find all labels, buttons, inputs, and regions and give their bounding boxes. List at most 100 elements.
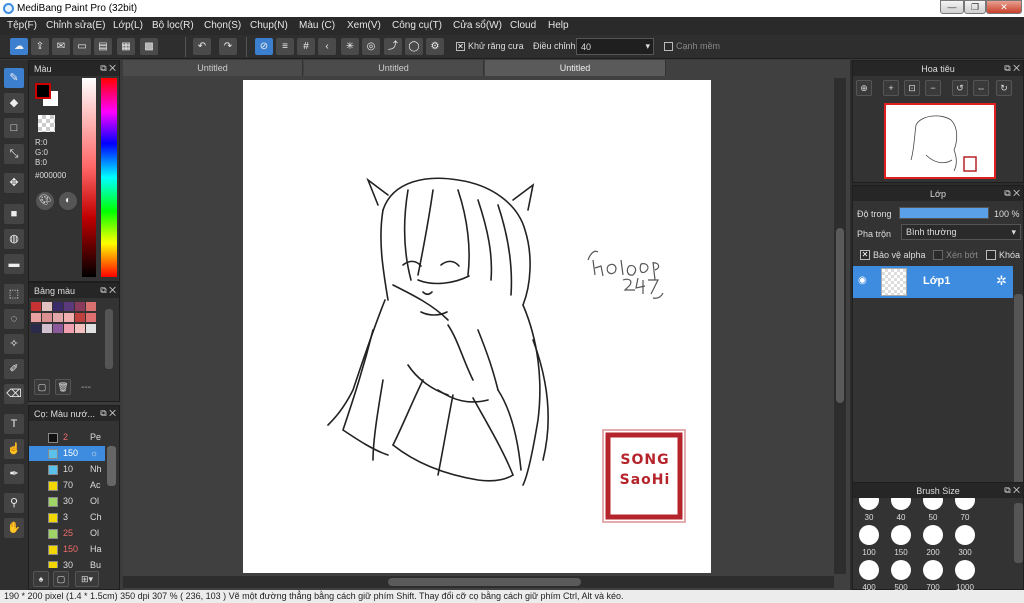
palette-swatch[interactable]	[86, 302, 96, 311]
palette-swatch[interactable]	[75, 324, 85, 333]
palette-swatch[interactable]	[53, 302, 63, 311]
palette-swatch[interactable]	[86, 324, 96, 333]
brush-size-100[interactable]	[859, 525, 879, 545]
layer-scrollbar[interactable]	[1014, 294, 1023, 484]
brush-size-400[interactable]	[859, 560, 879, 580]
curve-snap-icon[interactable]: ⤴	[384, 38, 402, 55]
palette-swatch[interactable]	[53, 313, 63, 322]
primary-color-swatch[interactable]	[35, 83, 51, 99]
palette-swatch[interactable]	[64, 324, 74, 333]
brush-list-item[interactable]: 150 Ha	[29, 542, 105, 557]
select-pen-tool-icon[interactable]: ✐	[4, 359, 24, 379]
gear-icon[interactable]: ✲	[996, 273, 1007, 289]
hand-tool-icon[interactable]: ✋	[4, 518, 24, 538]
opacity-slider[interactable]	[899, 207, 989, 219]
redo-icon[interactable]: ↷	[219, 38, 237, 55]
hue-bar[interactable]	[101, 78, 117, 277]
brush-size-300[interactable]	[955, 525, 975, 545]
share-icon[interactable]: ⇪	[31, 38, 49, 55]
menu-filter[interactable]: Bộ lọc(R)	[152, 20, 194, 31]
brush-list-scrollbar[interactable]	[107, 446, 116, 486]
eyedropper-tool-icon[interactable]: ⚲	[4, 493, 24, 513]
brush-list-item[interactable]: 30 Bu	[29, 558, 105, 568]
menu-help[interactable]: Help	[548, 20, 569, 31]
navigator-preview[interactable]	[884, 103, 996, 179]
grid-icon[interactable]: ▩	[140, 38, 158, 55]
vanishing-snap-icon[interactable]: ‹	[318, 38, 336, 55]
canvas-vertical-scrollbar[interactable]	[834, 78, 846, 574]
radial-snap-icon[interactable]: ✳	[341, 38, 359, 55]
vertical-scroll-thumb[interactable]	[836, 228, 844, 403]
brush-list-item[interactable]: 2 Pe	[29, 430, 105, 445]
menu-tools[interactable]: Công cụ(T)	[392, 20, 442, 31]
palette-swatch[interactable]	[31, 302, 41, 311]
delete-palette-icon[interactable]: 🗑︎	[55, 379, 71, 395]
canvas-horizontal-scrollbar[interactable]	[123, 576, 834, 588]
brush-list-item[interactable]: 70 Ac	[29, 478, 105, 493]
brush-list-item[interactable]: 3 Ch	[29, 510, 105, 525]
menu-file[interactable]: Tệp(F)	[7, 20, 37, 31]
magic-wand-tool-icon[interactable]: ✧	[4, 334, 24, 354]
fill-rect-tool-icon[interactable]: ■	[4, 204, 24, 224]
rotate-left-icon[interactable]: ↺	[952, 80, 968, 96]
panel-controls-icon[interactable]: ⧉ ✕	[100, 63, 116, 74]
layer-row[interactable]: ◉ Lớp1 ✲	[853, 266, 1013, 298]
antialias-checkbox[interactable]: ✕	[456, 42, 465, 51]
saturation-bar[interactable]	[82, 78, 96, 277]
gradient-tool-icon[interactable]: ▬	[4, 254, 24, 274]
menu-window[interactable]: Cửa sổ(W)	[453, 20, 502, 31]
palette-swatch[interactable]	[86, 313, 96, 322]
menu-capture[interactable]: Chụp(N)	[250, 20, 288, 31]
palette-swatch[interactable]	[42, 313, 52, 322]
menu-view[interactable]: Xem(V)	[347, 20, 381, 31]
brush-size-scrollbar[interactable]	[1014, 503, 1023, 563]
correction-select[interactable]: 40 ▾	[576, 38, 654, 55]
palette-swatch[interactable]	[53, 324, 63, 333]
undo-icon[interactable]: ↶	[193, 38, 211, 55]
palette-scrollbar[interactable]	[105, 309, 113, 369]
brush-list-item[interactable]: 30 Ol	[29, 494, 105, 509]
settings-snap-icon[interactable]: ⚙	[426, 38, 444, 55]
restore-button[interactable]: ❐	[964, 0, 986, 14]
protect-alpha-checkbox[interactable]: ✕	[860, 250, 870, 260]
palette-swatch[interactable]	[75, 302, 85, 311]
eraser-tool-icon[interactable]: ◆	[4, 93, 24, 113]
palette-swatch[interactable]	[31, 324, 41, 333]
dropper-tool-icon[interactable]: ✒	[4, 464, 24, 484]
close-button[interactable]: ✕	[986, 0, 1022, 14]
new-palette-icon[interactable]: ▢	[34, 379, 50, 395]
menu-color[interactable]: Màu (C)	[299, 20, 335, 31]
palette-swatch[interactable]	[42, 302, 52, 311]
panel-controls-icon[interactable]: ⧉ ✕	[100, 285, 116, 296]
menu-select[interactable]: Chọn(S)	[204, 20, 241, 31]
panel-controls-icon[interactable]: ⧉ ✕	[1004, 188, 1020, 199]
minimize-button[interactable]: —	[940, 0, 964, 14]
dot-tool-icon[interactable]: □	[4, 118, 24, 138]
lock-checkbox[interactable]	[986, 250, 996, 260]
palette-swatch[interactable]	[64, 302, 74, 311]
cross-snap-icon[interactable]: #	[297, 38, 315, 55]
cloud-icon[interactable]: ☁	[10, 38, 28, 55]
panel-controls-icon[interactable]: ⧉ ✕	[1004, 485, 1020, 496]
color-wheel-icon[interactable]: 🎨︎	[36, 192, 54, 210]
circle-snap-icon[interactable]: ◎	[362, 38, 380, 55]
brush-size-50[interactable]	[923, 498, 943, 510]
palette-swatch[interactable]	[75, 313, 85, 322]
select-eraser-tool-icon[interactable]: ⌫	[4, 384, 24, 404]
palette-swatch[interactable]	[64, 313, 74, 322]
brush-list-item[interactable]: 10 Nh	[29, 462, 105, 477]
layout-icon[interactable]: ▦	[117, 38, 135, 55]
panel-controls-icon[interactable]: ⧉ ✕	[1004, 63, 1020, 74]
document-icon[interactable]: ▤	[94, 38, 112, 55]
bucket-tool-icon[interactable]: ◍	[4, 229, 24, 249]
zoom-reset-icon[interactable]: ⊕	[856, 80, 872, 96]
rotate-right-icon[interactable]: ↻	[996, 80, 1012, 96]
transparent-color-swatch[interactable]	[38, 115, 55, 132]
move-tool-icon[interactable]: ✥	[4, 173, 24, 193]
lasso-tool-icon[interactable]: ◌	[4, 309, 24, 329]
brush-size-200[interactable]	[923, 525, 943, 545]
brush-size-700[interactable]	[923, 560, 943, 580]
palette-swatch[interactable]	[42, 324, 52, 333]
comment-icon[interactable]: ✉	[52, 38, 70, 55]
menu-cloud[interactable]: Cloud	[510, 20, 536, 31]
